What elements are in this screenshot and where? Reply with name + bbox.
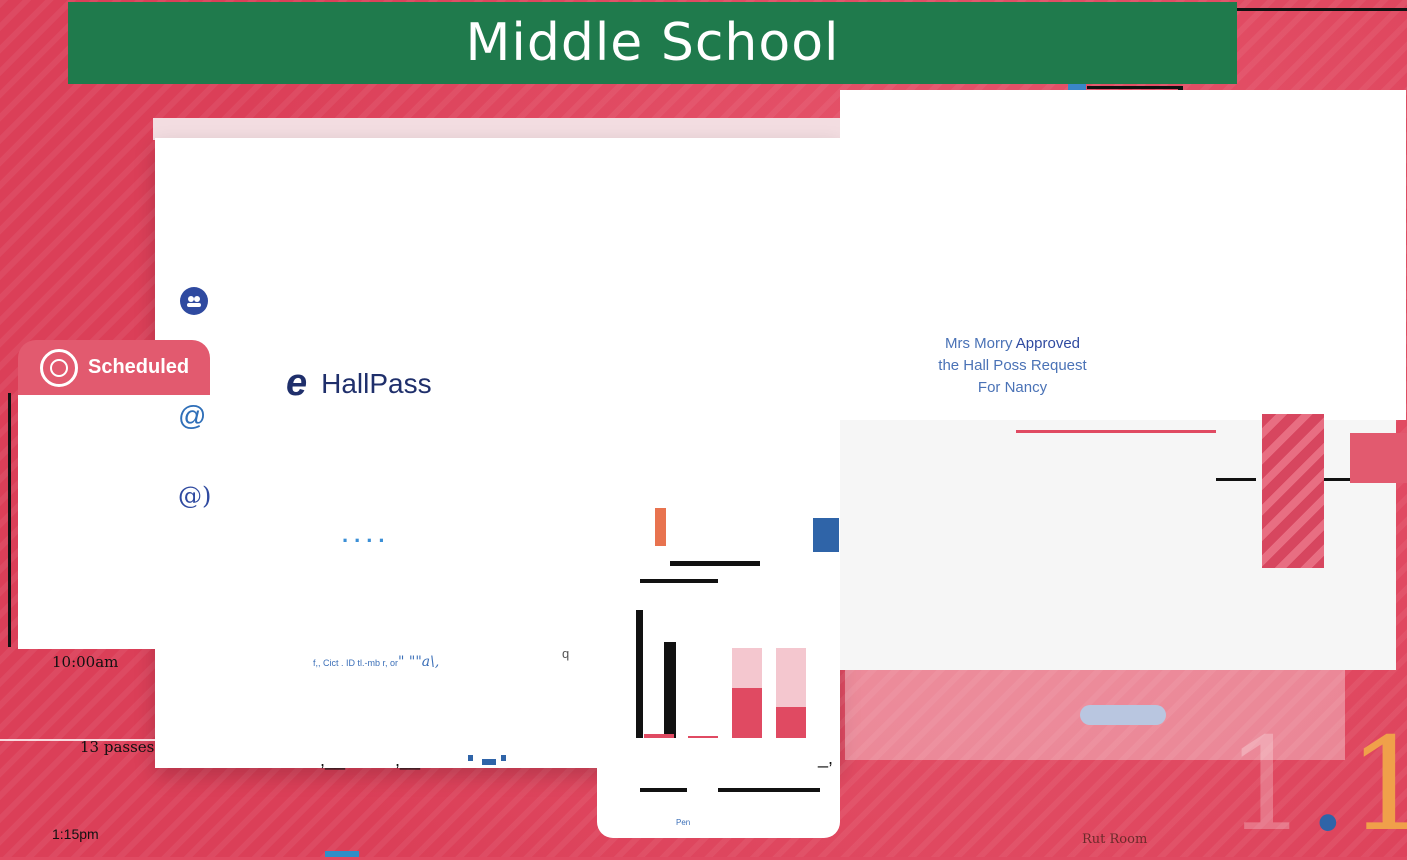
chart-bar xyxy=(776,707,806,738)
striped-card xyxy=(1262,414,1324,568)
notice-line2: the Hall Poss Request xyxy=(938,357,1087,374)
at-icon[interactable]: @ xyxy=(178,400,206,432)
notice-line3: For Nancy xyxy=(977,379,1048,396)
divider-line xyxy=(670,561,760,566)
school-title: Middle School xyxy=(465,13,840,73)
brand-letter: e xyxy=(286,362,308,404)
approval-notice: Mrs Morry Approved the Hall Poss Request… xyxy=(860,333,1165,399)
garbled-text: f,, Cict . ID tl.-mb r, or" ""a\, xyxy=(313,654,440,670)
room-label: Rut Room xyxy=(1082,832,1148,847)
dash-mark xyxy=(468,755,506,765)
time-label: 10:00am xyxy=(52,653,119,671)
divider-line xyxy=(1087,86,1182,89)
pen-label: Pen xyxy=(676,818,691,827)
chart-bar-bg xyxy=(644,648,674,738)
loading-dots: .... xyxy=(342,522,391,547)
dash-mark: ,__ xyxy=(320,750,346,770)
schedule-panel xyxy=(18,393,840,649)
q-label: q xyxy=(562,646,570,661)
divider-line xyxy=(1216,478,1256,481)
chart-bar xyxy=(644,734,674,738)
orange-mark xyxy=(655,508,666,546)
divider-line xyxy=(640,579,718,583)
dash-mark: ,__ xyxy=(395,750,421,770)
brand-name: HallPass xyxy=(321,367,432,399)
panel-top-strip xyxy=(153,118,865,140)
divider-line xyxy=(640,788,687,792)
blue-marker xyxy=(325,851,359,857)
approve-button[interactable] xyxy=(1080,705,1166,725)
card-accent xyxy=(1016,430,1216,433)
clock-icon xyxy=(40,348,78,387)
divider-line xyxy=(1237,8,1407,11)
pink-block xyxy=(1350,433,1407,483)
dash-mark: _, xyxy=(818,748,834,768)
at-icon[interactable]: @) xyxy=(178,482,211,510)
notice-status: Approved xyxy=(1015,335,1081,352)
notice-prefix: Mrs Morry xyxy=(944,335,1016,352)
chart-bar-bg xyxy=(688,648,718,738)
time-label: 1:15pm xyxy=(52,826,99,842)
left-border-line xyxy=(8,393,11,647)
scheduled-label: Scheduled xyxy=(88,356,190,378)
big-number: 1.1 xyxy=(1226,711,1407,860)
scheduled-tab[interactable]: Scheduled xyxy=(18,340,210,395)
blue-square xyxy=(813,518,839,552)
divider-line xyxy=(1323,478,1351,481)
hallpass-brand: e HallPass xyxy=(286,362,432,405)
chart-bar xyxy=(688,736,718,738)
user-group-icon[interactable] xyxy=(180,287,208,315)
divider-line xyxy=(718,788,820,792)
school-banner: Middle School xyxy=(68,2,1237,84)
chart-bar xyxy=(732,688,762,738)
bar-chart xyxy=(640,648,810,738)
